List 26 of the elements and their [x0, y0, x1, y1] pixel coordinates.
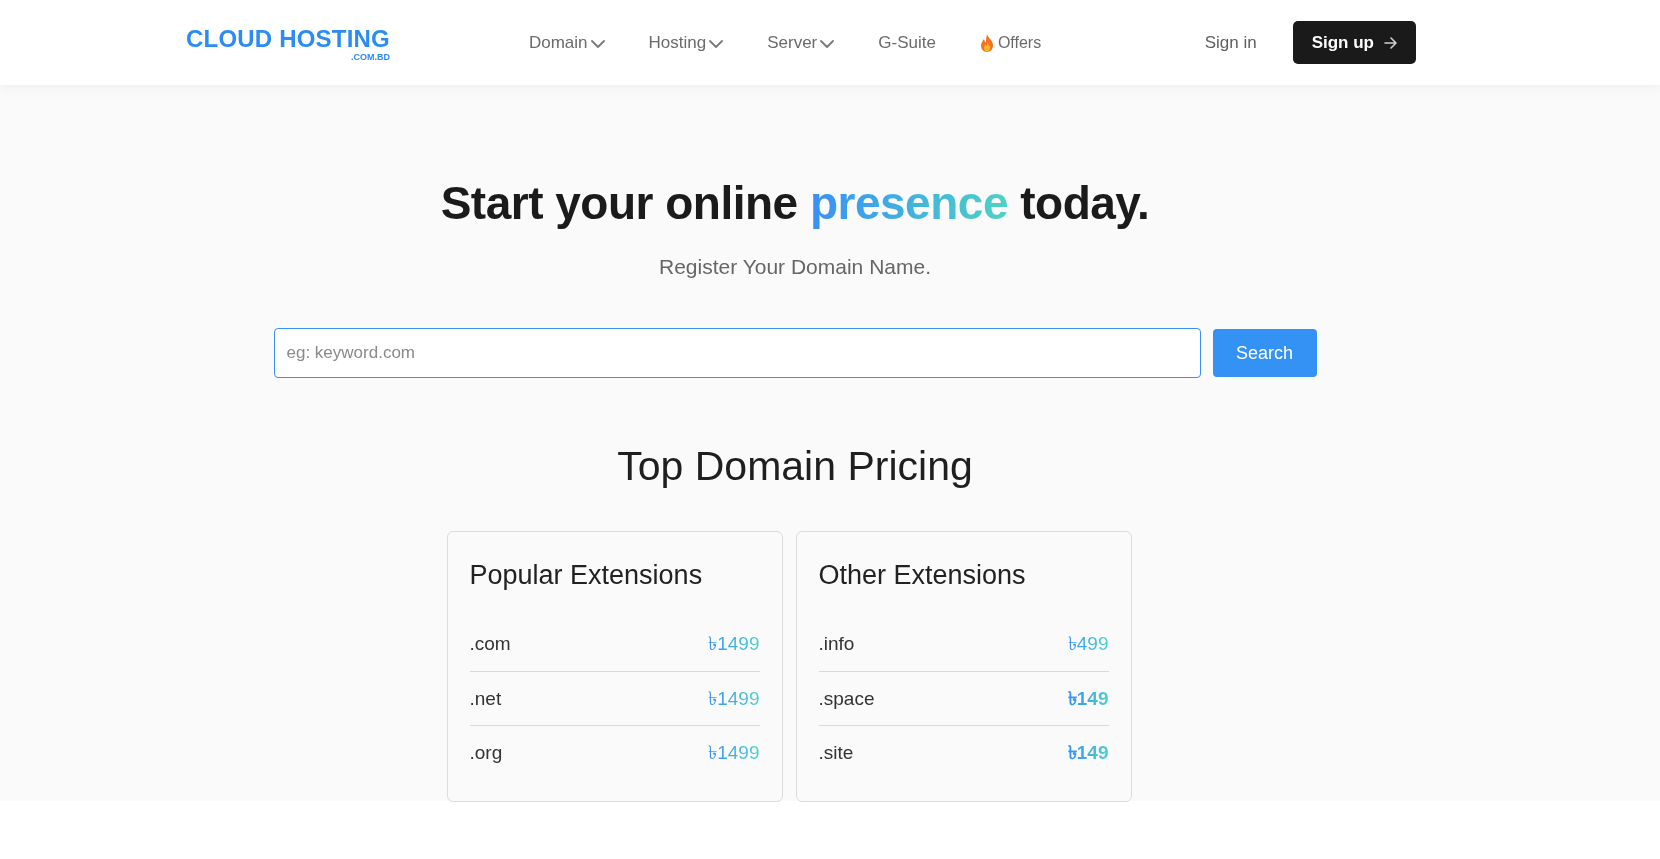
domain-extension: .site	[818, 740, 854, 765]
chevron-down-icon	[590, 39, 605, 48]
domain-extension: .info	[818, 632, 855, 657]
sign-in-link[interactable]: Sign in	[1204, 29, 1257, 56]
card-title: Popular Extensions	[469, 559, 704, 592]
search-button[interactable]: Search	[1212, 329, 1317, 378]
domain-extension: .com	[469, 632, 511, 657]
flame-icon	[979, 33, 994, 52]
domain-extension: .org	[469, 740, 503, 765]
domain-search-field[interactable]: eg: keyword.com	[273, 328, 1201, 379]
hero-title: Start your online presence today.	[440, 176, 1150, 231]
chevron-down-icon	[709, 39, 724, 48]
site-logo[interactable]: CLOUD HOSTING .COM.BD	[186, 27, 390, 62]
domain-extension: .space	[818, 686, 875, 711]
pricing-heading: Top Domain Pricing	[617, 442, 973, 492]
nav-link[interactable]: Offers	[979, 30, 1042, 55]
chevron-down-icon	[820, 39, 835, 48]
domain-extension: .net	[469, 686, 502, 711]
arrow-right-icon	[1384, 36, 1397, 49]
nav-link[interactable]: G-Suite	[878, 29, 936, 56]
nav-link[interactable]: Domain	[528, 29, 605, 56]
card-title: Other Extensions	[818, 559, 1027, 592]
hero-subtitle: Register Your Domain Name.	[659, 254, 931, 281]
nav-link[interactable]: Hosting	[648, 29, 724, 56]
sign-up-button[interactable]: Sign up	[1292, 21, 1416, 64]
nav-link[interactable]: Server	[767, 29, 835, 56]
